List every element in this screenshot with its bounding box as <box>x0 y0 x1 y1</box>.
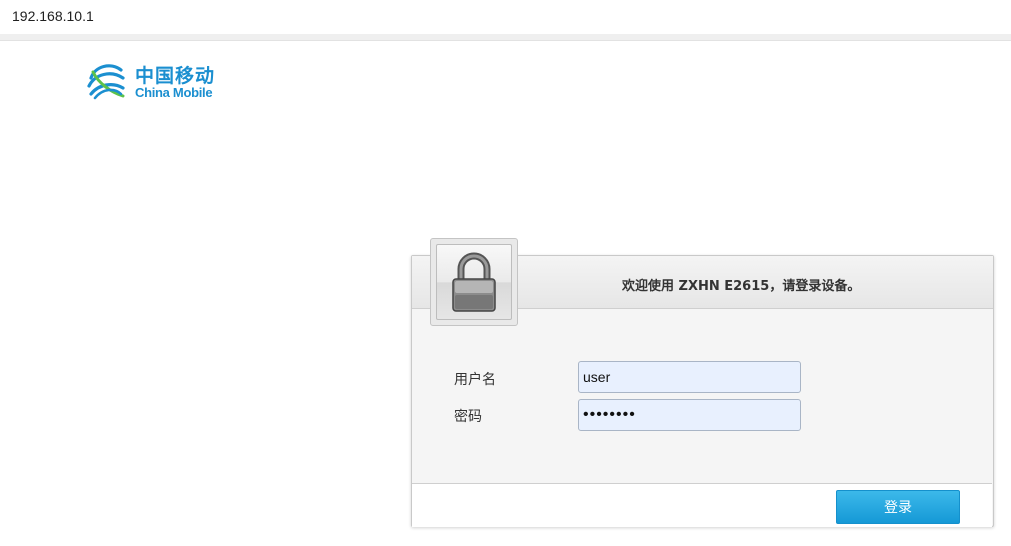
login-title: 欢迎使用 ZXHN E2615，请登录设备。 <box>622 279 861 294</box>
password-label: 密码 <box>454 409 482 425</box>
address-bar[interactable]: 192.168.10.1 <box>0 0 1011 34</box>
address-bar-divider <box>0 34 1011 41</box>
lock-icon-frame <box>430 238 518 326</box>
china-mobile-logo: 中国移动 China Mobile <box>85 58 225 104</box>
username-label: 用户名 <box>454 372 496 388</box>
url-text[interactable]: 192.168.10.1 <box>12 8 94 24</box>
login-button[interactable]: 登录 <box>836 490 960 524</box>
logo-chinese-text: 中国移动 <box>135 65 216 87</box>
logo-english-text: China Mobile <box>135 85 213 100</box>
password-input[interactable] <box>578 399 801 431</box>
username-input[interactable] <box>578 361 801 393</box>
lock-icon <box>436 244 512 320</box>
china-mobile-logo-icon <box>87 64 125 100</box>
